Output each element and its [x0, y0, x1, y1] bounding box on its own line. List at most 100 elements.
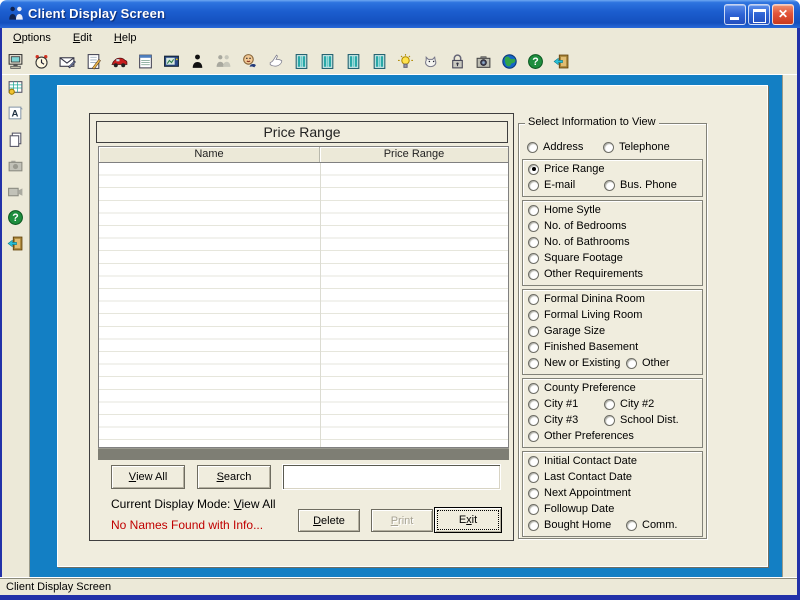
lock-icon[interactable]	[447, 51, 468, 72]
radio-formal-living-room[interactable]: Formal Living Room	[528, 309, 642, 321]
column-divider	[320, 163, 321, 447]
radio-button	[626, 520, 637, 531]
door-3-icon[interactable]	[343, 51, 364, 72]
radio-bus-phone[interactable]: Bus. Phone	[604, 179, 677, 191]
radio-next-appointment[interactable]: Next Appointment	[528, 487, 631, 499]
radio-button	[528, 342, 539, 353]
radio-label: Other Requirements	[544, 268, 643, 280]
select-info-groups: Address Telephone Price Range E-mail Bus. Ph…	[521, 124, 704, 538]
alarm-clock-icon[interactable]	[31, 51, 52, 72]
radio-bought-home[interactable]: Bought Home	[528, 519, 611, 531]
radio-button	[528, 472, 539, 483]
radio-label: New or Existing	[544, 357, 620, 369]
radio-school-dist[interactable]: School Dist.	[604, 414, 679, 426]
radio-other-preferences[interactable]: Other Preferences	[528, 430, 634, 442]
camera-disabled-icon[interactable]	[5, 155, 26, 176]
listing-icon[interactable]	[135, 51, 156, 72]
video-disabled-icon[interactable]	[5, 181, 26, 202]
radio-telephone[interactable]: Telephone	[603, 141, 670, 153]
radio-comm[interactable]: Comm.	[626, 519, 677, 531]
exit-button[interactable]: Exit	[434, 507, 502, 533]
radio-label: Last Contact Date	[544, 471, 632, 483]
radio-garage-size[interactable]: Garage Size	[528, 325, 605, 337]
select-information-groupbox: Select Information to View AddressTeleph…	[518, 123, 707, 539]
menu-edit[interactable]: Edit	[68, 30, 97, 46]
right-panel-strip	[782, 75, 797, 578]
column-header-price-range[interactable]: Price Range	[320, 147, 508, 162]
radio-other[interactable]: Other	[626, 357, 670, 369]
close-button[interactable]	[772, 4, 794, 25]
radio-button	[528, 294, 539, 305]
radio-button	[626, 358, 637, 369]
window-border-bottom	[0, 595, 800, 600]
app-icon	[7, 5, 25, 23]
radio-square-footage[interactable]: Square Footage	[528, 252, 623, 264]
radio-formal-dinina-room[interactable]: Formal Dinina Room	[528, 293, 645, 305]
title-bar: Client Display Screen	[0, 0, 800, 28]
maximize-button[interactable]	[748, 4, 770, 25]
clients-disabled-icon[interactable]	[213, 51, 234, 72]
radio-initial-contact-date[interactable]: Initial Contact Date	[528, 455, 637, 467]
door-2-icon[interactable]	[317, 51, 338, 72]
help-icon[interactable]	[525, 51, 546, 72]
radio-label: Square Footage	[544, 252, 623, 264]
copy-icon[interactable]	[5, 129, 26, 150]
option-group-5: Initial Contact Date Last Contact Date Nex…	[522, 451, 703, 537]
client-icon[interactable]	[187, 51, 208, 72]
search-input[interactable]	[282, 464, 501, 490]
door-1-icon[interactable]	[291, 51, 312, 72]
camera-icon[interactable]	[473, 51, 494, 72]
client-table-body[interactable]	[99, 163, 508, 447]
radio-label: Initial Contact Date	[544, 455, 637, 467]
car-icon[interactable]	[109, 51, 130, 72]
notepad-icon[interactable]	[83, 51, 104, 72]
computer-icon[interactable]	[5, 51, 26, 72]
radio-finished-basement[interactable]: Finished Basement	[528, 341, 638, 353]
tv-icon[interactable]	[161, 51, 182, 72]
radio-label: Telephone	[619, 141, 670, 153]
radio-address[interactable]: Address	[527, 141, 583, 153]
delete-button[interactable]: Delete	[298, 509, 360, 532]
door-4-icon[interactable]	[369, 51, 390, 72]
column-header-name[interactable]: Name	[99, 147, 320, 162]
mail-icon[interactable]	[57, 51, 78, 72]
globe-icon[interactable]	[499, 51, 520, 72]
radio-label: School Dist.	[620, 414, 679, 426]
no-names-message: No Names Found with Info...	[111, 518, 263, 532]
exit-icon[interactable]	[551, 51, 572, 72]
radio-button	[528, 456, 539, 467]
exit-icon[interactable]	[5, 233, 26, 254]
radio-city-2[interactable]: City #2	[604, 398, 654, 410]
tip-bulb-icon[interactable]	[395, 51, 416, 72]
radio-last-contact-date[interactable]: Last Contact Date	[528, 471, 632, 483]
radio-city-1[interactable]: City #1	[528, 398, 578, 410]
radio-button	[528, 415, 539, 426]
hand-icon[interactable]	[265, 51, 286, 72]
radio-no-of-bedrooms[interactable]: No. of Bedrooms	[528, 220, 627, 232]
status-text: Client Display Screen	[6, 581, 111, 593]
minimize-button[interactable]	[724, 4, 746, 25]
radio-home-sytle[interactable]: Home Sytle	[528, 204, 601, 216]
spreadsheet-icon[interactable]	[5, 77, 26, 98]
font-icon[interactable]	[5, 103, 26, 124]
radio-county-preference[interactable]: County Preference	[528, 382, 636, 394]
radio-e-mail[interactable]: E-mail	[528, 179, 575, 191]
pet-icon[interactable]	[421, 51, 442, 72]
radio-other-requirements[interactable]: Other Requirements	[528, 268, 643, 280]
contact-icon[interactable]	[239, 51, 260, 72]
radio-city-3[interactable]: City #3	[528, 414, 578, 426]
menu-help[interactable]: Help	[109, 30, 142, 46]
option-group-0: Address Telephone	[522, 140, 703, 156]
radio-price-range[interactable]: Price Range	[528, 163, 605, 175]
horizontal-scrollbar[interactable]	[98, 448, 509, 460]
radio-new-or-existing[interactable]: New or Existing	[528, 357, 620, 369]
radio-no-of-bathrooms[interactable]: No. of Bathrooms	[528, 236, 630, 248]
radio-label: Finished Basement	[544, 341, 638, 353]
view-all-button[interactable]: View All	[111, 465, 185, 489]
help-icon[interactable]	[5, 207, 26, 228]
radio-label: Price Range	[544, 163, 605, 175]
menu-options[interactable]: Options	[8, 30, 56, 46]
print-button[interactable]: Print	[371, 509, 433, 532]
search-button[interactable]: Search	[197, 465, 271, 489]
radio-followup-date[interactable]: Followup Date	[528, 503, 614, 515]
